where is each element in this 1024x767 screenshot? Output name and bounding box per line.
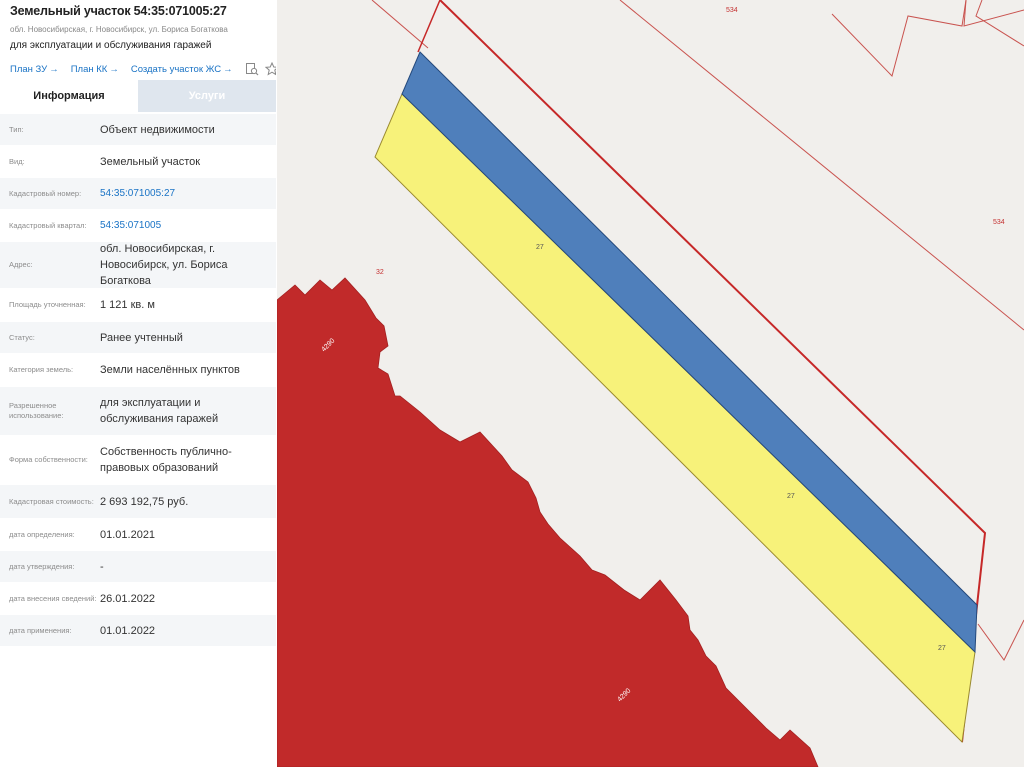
row-label: Категория земель: [9, 365, 74, 374]
row-value: Ранее учтенный [100, 331, 183, 344]
boundary-line [977, 619, 1024, 661]
boundary-line [975, 0, 1024, 47]
tab-info[interactable]: Информация [0, 80, 138, 112]
boundary-line [831, 0, 967, 77]
row-label: Статус: [9, 332, 35, 342]
row-date-applied: дата применения: 01.01.2022 [0, 615, 276, 647]
parcel-purpose: для эксплуатации и обслуживания гаражей [10, 40, 212, 51]
boundary-line [371, 0, 429, 49]
row-label: Тип: [9, 124, 24, 134]
row-value: 01.01.2022 [100, 624, 156, 637]
plan-zu-link[interactable]: План ЗУ → [10, 64, 59, 75]
row-value: Объект недвижимости [100, 123, 215, 136]
map-label: 27 [787, 493, 795, 500]
row-date-approved: дата утверждения: - [0, 551, 276, 583]
map-label: 27 [536, 244, 544, 251]
row-label: дата применения: [9, 625, 72, 635]
row-value: - [100, 560, 104, 573]
row-value: Собственность публично-правовых образова… [100, 446, 232, 474]
row-label: Кадастровый номер: [9, 188, 82, 198]
row-value: для эксплуатации и обслуживания гаражей [100, 397, 219, 425]
panel-header: Земельный участок 54:35:071005:27 обл. Н… [0, 0, 276, 76]
row-value: обл. Новосибирская, г. Новосибирск, ул. … [100, 243, 228, 287]
cadastral-number-link[interactable]: 54:35:071005:27 [99, 178, 276, 209]
row-ownership: Форма собственности: Собственность публи… [0, 436, 276, 485]
create-parcel-link[interactable]: Создать участок ЖС → [131, 64, 233, 75]
search-doc-icon[interactable] [245, 62, 259, 76]
row-address: Адрес: обл. Новосибирская, г. Новосибирс… [0, 242, 276, 289]
row-label: Адрес: [9, 260, 33, 269]
attribute-list: Тип: Объект недвижимости Вид: Земельный … [0, 114, 276, 647]
row-cadastral-number: Кадастровый номер: 54:35:071005:27 [0, 178, 276, 210]
row-value: 2 693 192,75 руб. [100, 495, 189, 508]
red-building-zone [277, 277, 819, 767]
row-label: дата утверждения: [9, 561, 75, 571]
row-date-entered: дата внесения сведений: 26.01.2022 [0, 583, 276, 615]
boundary-line [963, 0, 1024, 27]
row-label: дата внесения сведений: [9, 593, 97, 603]
selected-parcel-outline [417, 0, 441, 53]
create-parcel-label: Создать участок ЖС [130, 63, 222, 75]
parcel-address: обл. Новосибирская, г. Новосибирск, ул. … [10, 25, 228, 34]
plan-kk-label: План КК [70, 63, 108, 75]
row-permitted-use: Разрешенное использование: для эксплуата… [0, 387, 276, 436]
map-label: 534 [993, 219, 1005, 226]
star-icon[interactable] [264, 61, 276, 76]
row-label: Кадастровый квартал: [9, 220, 87, 230]
row-status: Статус: Ранее учтенный [0, 322, 276, 354]
row-label: Кадастровая стоимость: [9, 496, 94, 506]
arrow-right-icon: → [109, 63, 119, 75]
row-value: 01.01.2021 [100, 528, 156, 541]
cadastral-map[interactable]: 534 534 32 27 27 27 4290 4290 [277, 0, 1024, 767]
row-land-category: Категория земель: Земли населённых пункт… [0, 354, 276, 387]
row-value: Земли населённых пунктов [100, 364, 240, 376]
row-label: Площадь уточненная: [9, 300, 86, 309]
map-label: 534 [726, 7, 738, 14]
info-panel: Земельный участок 54:35:071005:27 обл. Н… [0, 0, 276, 767]
tab-services[interactable]: Услуги [138, 80, 276, 112]
row-kind: Вид: Земельный участок [0, 146, 276, 178]
arrow-right-icon: → [49, 63, 59, 75]
header-icons [245, 61, 276, 76]
row-label: Разрешенное использование: [9, 401, 64, 420]
map-label: 27 [938, 645, 946, 652]
plan-kk-link[interactable]: План КК → [71, 64, 119, 75]
map-label: 32 [376, 269, 384, 276]
row-date-determined: дата определения: 01.01.2021 [0, 519, 276, 551]
boundary-line [619, 0, 1024, 331]
action-links: План ЗУ → План КК → Создать участок ЖС → [10, 61, 276, 76]
plan-zu-label: План ЗУ [10, 63, 48, 75]
row-label: дата определения: [9, 529, 75, 539]
row-type: Тип: Объект недвижимости [0, 114, 276, 146]
panel-tabs: Информация Услуги [0, 80, 276, 112]
row-cadastral-block: Кадастровый квартал: 54:35:071005 [0, 210, 276, 242]
cadastral-block-link[interactable]: 54:35:071005 [99, 210, 276, 241]
row-label: Вид: [9, 156, 25, 166]
row-value: 1 121 кв. м [100, 299, 155, 311]
arrow-right-icon: → [223, 63, 233, 75]
row-value: Земельный участок [100, 155, 201, 168]
row-cadastral-value: Кадастровая стоимость: 2 693 192,75 руб. [0, 485, 276, 519]
row-label: Форма собственности: [9, 455, 88, 464]
row-area: Площадь уточненная: 1 121 кв. м [0, 289, 276, 322]
parcel-title: Земельный участок 54:35:071005:27 [10, 4, 227, 18]
row-value: 26.01.2022 [100, 592, 156, 605]
